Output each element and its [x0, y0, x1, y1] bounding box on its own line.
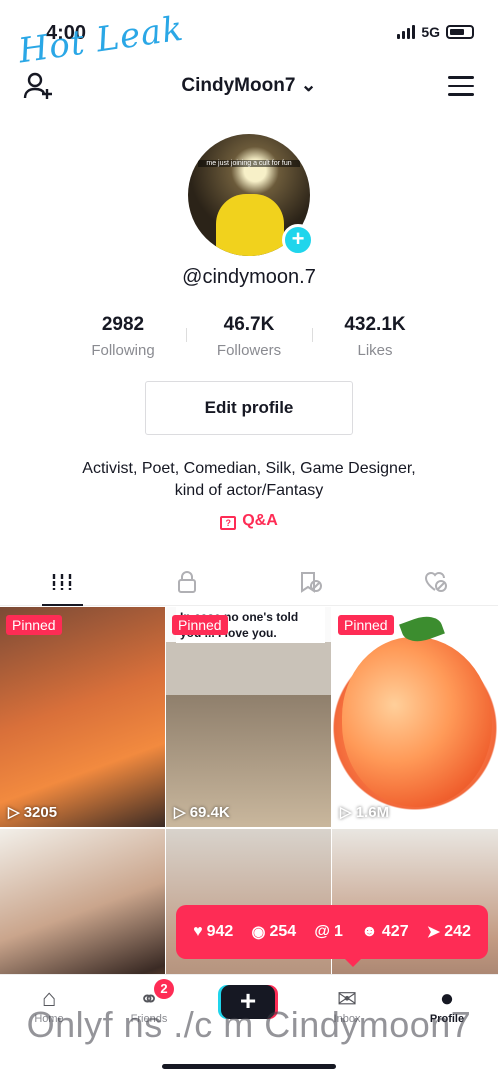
profile-header: CindyMoon7 ⌄ — [0, 62, 498, 114]
pinned-badge: Pinned — [338, 615, 394, 635]
view-count: ▷ 69.4K — [174, 803, 230, 821]
stat-followers[interactable]: 46.7K Followers — [186, 314, 312, 359]
bio-line: Activist, Poet, Comedian, Silk, Game Des… — [82, 460, 416, 477]
mentions-value: 1 — [333, 923, 343, 940]
activity-notification-bubble[interactable]: ♥ 942 ◉ 254 @1 ☻ 427 ➤ 242 — [176, 905, 488, 967]
signal-icon — [397, 25, 416, 39]
likes-value: 942 — [206, 923, 234, 940]
stat-value: 432.1K — [344, 314, 406, 335]
shares-count: ➤ 242 — [427, 922, 471, 942]
person-icon: ☻ — [361, 923, 378, 940]
stat-label: Followers — [216, 342, 282, 359]
share-icon: ➤ — [426, 924, 441, 941]
play-icon: ▷ — [340, 804, 352, 821]
avatar-caption: me just joining a cult for fun — [198, 160, 300, 167]
mentions-count: @1 — [314, 923, 343, 941]
liked-icon — [424, 571, 447, 592]
video-thumbnail[interactable]: Pinned ▷ 1.6M — [332, 607, 498, 827]
stat-value: 2982 — [101, 314, 145, 335]
comments-value: 254 — [269, 923, 297, 940]
network-label: 5G — [421, 24, 440, 40]
view-count-value: 3205 — [23, 804, 58, 821]
video-thumbnail[interactable]: Pinned ▷ 3205 — [0, 607, 165, 827]
hamburger-menu-icon[interactable] — [448, 76, 474, 96]
shares-value: 242 — [444, 923, 471, 940]
stat-following[interactable]: 2982 Following — [60, 314, 186, 359]
home-indicator[interactable] — [162, 1064, 336, 1069]
at-icon: @ — [314, 923, 330, 940]
view-count-value: 1.6M — [355, 804, 390, 821]
pinned-badge: Pinned — [172, 615, 228, 635]
lock-icon — [177, 570, 196, 593]
username-switcher[interactable]: CindyMoon7 ⌄ — [0, 74, 498, 97]
heart-icon: ♥ — [193, 923, 203, 940]
plus-icon[interactable]: + — [282, 224, 314, 256]
tab-liked[interactable] — [374, 558, 498, 605]
tab-favorites[interactable] — [249, 558, 374, 605]
tab-private[interactable] — [125, 558, 250, 605]
likes-count: ♥ 942 — [193, 923, 233, 941]
video-thumbnail[interactable]: In case no one's told you ... I love you… — [166, 607, 331, 827]
pinned-badge: Pinned — [6, 615, 62, 635]
stat-likes[interactable]: 432.1K Likes — [312, 314, 438, 359]
stat-label: Following — [91, 342, 155, 359]
username-title: CindyMoon7 — [181, 75, 296, 96]
status-indicators: 5G — [397, 24, 474, 40]
play-icon: ▷ — [174, 804, 186, 821]
watermark-text: Onlyf ns ./c m Cindymoon7 — [26, 1004, 472, 1045]
peach-image — [342, 637, 492, 807]
profile-handle: @cindymoon.7 — [182, 266, 316, 288]
stat-value: 46.7K — [223, 314, 275, 335]
profile-stats: 2982 Following 46.7K Followers 432.1K Li… — [60, 314, 438, 359]
comments-count: ◉ 254 — [251, 922, 296, 942]
view-count: ▷ 1.6M — [340, 803, 389, 821]
followers-count: ☻ 427 — [361, 923, 409, 941]
profile-avatar[interactable]: me just joining a cult for fun + — [188, 134, 314, 256]
avatar-figure — [216, 194, 284, 256]
play-icon: ▷ — [8, 804, 20, 821]
chevron-down-icon: ⌄ — [300, 75, 317, 96]
view-count-value: 69.4K — [189, 804, 230, 821]
favorites-icon — [301, 571, 323, 593]
edit-profile-button[interactable]: Edit profile — [145, 381, 353, 435]
stat-label: Likes — [357, 342, 393, 359]
view-count: ▷ 3205 — [8, 803, 57, 821]
videos-grid-icon — [53, 573, 72, 590]
bio-line: kind of actor/Fantasy — [174, 482, 324, 499]
comment-icon: ◉ — [251, 924, 266, 941]
qa-label: Q&A — [242, 512, 278, 529]
followers-value: 427 — [381, 923, 409, 940]
tab-videos[interactable] — [0, 558, 125, 606]
question-icon: ? — [220, 516, 237, 530]
profile-tabs — [0, 558, 498, 606]
profile-bio: Activist, Poet, Comedian, Silk, Game Des… — [40, 458, 458, 502]
qa-link[interactable]: ? Q&A — [0, 512, 498, 530]
friends-badge: 2 — [154, 979, 174, 999]
battery-icon — [446, 25, 474, 39]
